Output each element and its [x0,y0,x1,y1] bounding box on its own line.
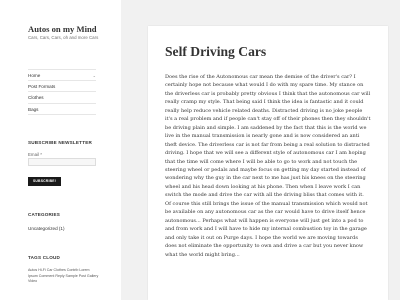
sidebar: Autos on my Mind Cars, Cars, Cars, oh an… [0,0,121,300]
site-title[interactable]: Autos on my Mind [28,24,97,34]
post-body: Does the rise of the Autonomous car mean… [165,74,371,258]
nav-item-label[interactable]: Post Formats [28,84,55,89]
nav-item-label[interactable]: Clothes [28,95,44,100]
nav-item-bags[interactable]: Bags [28,104,96,115]
subscribe-button[interactable]: SUBSCRIBE! [28,177,61,186]
tags-widget-title: TAGS CLOUD [28,255,61,260]
site-description: Cars, Cars, Cars, oh and more Cars [28,35,99,40]
nav-item-clothes[interactable]: Clothes [28,92,96,104]
newsletter-widget-title: SUBSCRIBE NEWSLETTER [28,140,92,145]
post-title[interactable]: Self Driving Cars [165,44,266,60]
post-article: Self Driving Cars Does the rise of the A… [148,26,388,300]
email-field[interactable] [28,158,96,166]
email-label: Email * [28,152,42,157]
nav-item-home[interactable]: Home ⌄ [28,69,96,81]
category-link[interactable]: Uncategorized (1) [28,226,65,231]
nav-item-post-formats[interactable]: Post Formats [28,81,96,92]
tag-cloud[interactable]: Autos Hi-Fi Car Clothes Contrib Lorem Ip… [28,268,100,285]
categories-widget-title: CATEGORIES [28,212,61,217]
main-navigation: Home ⌄ Post Formats Clothes Bags [28,69,96,115]
nav-item-label[interactable]: Home [28,73,40,78]
nav-item-label[interactable]: Bags [28,107,38,112]
